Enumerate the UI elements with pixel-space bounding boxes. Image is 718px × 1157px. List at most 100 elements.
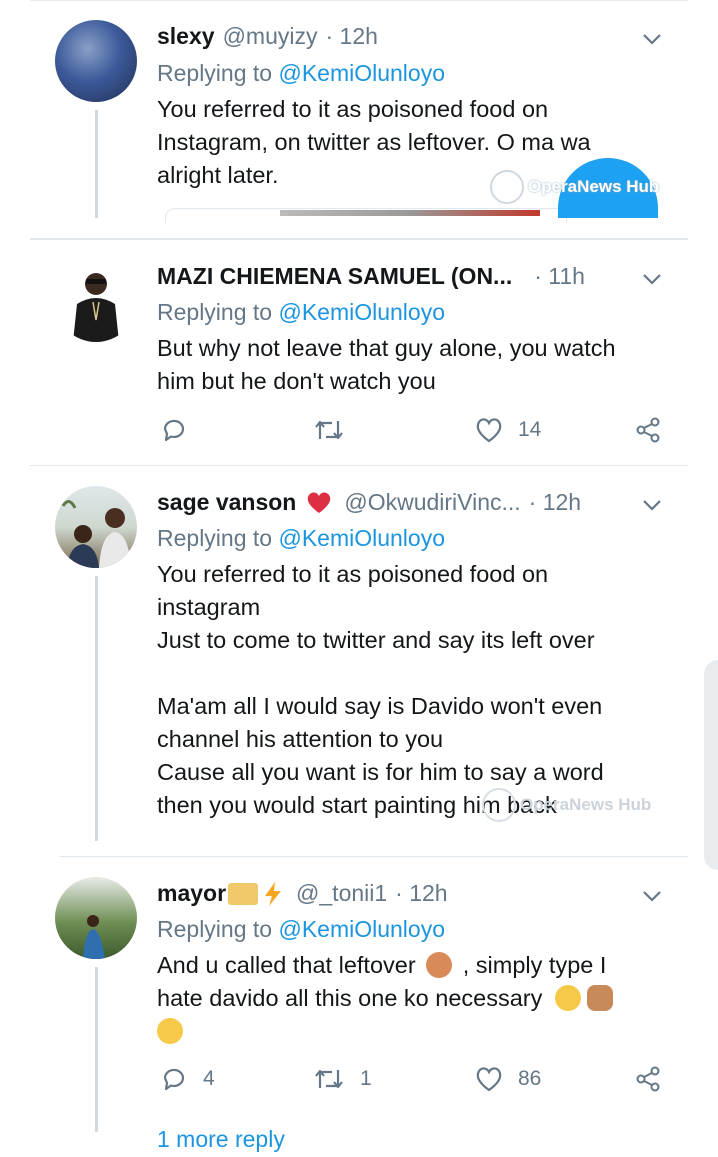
like-button[interactable]: 86	[474, 1064, 541, 1094]
thread-line	[95, 110, 98, 218]
display-name[interactable]: slexy	[157, 23, 215, 50]
tweet-text: And u called that leftover , simply type…	[157, 949, 677, 1048]
chevron-down-icon[interactable]	[641, 494, 663, 516]
mention-link[interactable]: @KemiOlunloyo	[278, 916, 445, 942]
book-emoji-icon	[228, 882, 259, 905]
watermark: OperaNews Hub	[490, 170, 659, 204]
tears-of-joy-emoji-icon	[157, 1018, 183, 1044]
display-name[interactable]: sage vanson	[157, 489, 296, 516]
watermark-logo-icon	[490, 170, 524, 204]
heart-emoji-icon	[308, 491, 331, 513]
text-line: Instagram, on twitter as leftover. O ma …	[157, 129, 591, 155]
watermark-logo-icon	[482, 788, 516, 822]
text-line: You referred to it as poisoned food on	[157, 96, 549, 122]
sleepy-face-emoji-icon	[554, 985, 581, 1011]
replying-to: Replying to @KemiOlunloyo	[157, 299, 445, 326]
replying-label: Replying to	[157, 525, 273, 551]
timestamp[interactable]: · 11h	[534, 263, 585, 290]
mention-link[interactable]: @KemiOlunloyo	[278, 525, 445, 551]
text-line: Just to come to twitter and say its left…	[157, 627, 595, 653]
text-line: channel his attention to you	[157, 726, 444, 752]
text-line: Ma'am all I would say is Davido won't ev…	[157, 693, 603, 719]
tweet-actions: 14	[157, 415, 667, 449]
card-strip	[280, 210, 540, 216]
retweet-button[interactable]: 1	[312, 1064, 372, 1094]
text-line: him but he don't watch you	[157, 368, 436, 394]
avatar[interactable]	[55, 877, 137, 959]
text-line	[157, 1015, 677, 1048]
chevron-down-icon[interactable]	[641, 268, 663, 290]
text-line	[157, 657, 677, 690]
text-fragment: hate davido all this one ko necessary	[157, 985, 543, 1011]
tweet-slexy[interactable]: slexy @muyizy · 12h Replying to @KemiOlu…	[0, 0, 718, 235]
tweet-header: slexy @muyizy · 12h	[157, 23, 658, 50]
like-count: 86	[518, 1067, 542, 1090]
avatar-person-icon	[83, 915, 105, 959]
timestamp[interactable]: · 12h	[325, 23, 377, 50]
user-handle[interactable]: @OkwudiriVinc...	[344, 489, 520, 516]
user-handle[interactable]: @_tonii1	[296, 880, 387, 907]
avatar-people-icon	[61, 500, 131, 568]
avatar[interactable]	[55, 260, 137, 342]
share-icon	[636, 417, 660, 443]
like-count: 14	[518, 418, 542, 441]
share-icon	[636, 1066, 660, 1092]
reply-button[interactable]	[159, 415, 189, 445]
user-handle[interactable]: @muyizy	[223, 23, 318, 50]
tweet-mayor[interactable]: mayor @_tonii1 · 12h Replying to @KemiOl…	[0, 857, 718, 1157]
retweet-button[interactable]	[312, 415, 346, 445]
watermark-text: OperaNews Hub	[528, 177, 660, 196]
replying-to: Replying to @KemiOlunloyo	[157, 525, 445, 552]
clapping-hands-emoji-icon	[587, 985, 614, 1011]
lightning-emoji-icon	[265, 881, 282, 906]
timestamp[interactable]: · 12h	[395, 880, 447, 907]
retweet-count: 1	[360, 1067, 372, 1090]
reply-button[interactable]: 4	[159, 1064, 215, 1094]
text-line: But why not leave that guy alone, you wa…	[157, 335, 616, 361]
display-name[interactable]: MAZI CHIEMENA SAMUEL (ON...	[157, 263, 512, 290]
share-button[interactable]	[633, 1064, 663, 1094]
replying-label: Replying to	[157, 60, 273, 86]
reply-icon	[163, 419, 185, 442]
heart-icon	[476, 1067, 502, 1092]
share-button[interactable]	[633, 415, 663, 445]
replying-to: Replying to @KemiOlunloyo	[157, 916, 445, 943]
tweet-header: MAZI CHIEMENA SAMUEL (ON... · 11h	[157, 263, 658, 290]
side-scroll-handle[interactable]	[704, 660, 718, 870]
text-line: And u called that leftover , simply type…	[157, 949, 677, 982]
thread-line	[95, 967, 98, 1132]
replying-label: Replying to	[157, 299, 273, 325]
avatar-person-icon	[73, 273, 119, 342]
mention-link[interactable]: @KemiOlunloyo	[278, 299, 445, 325]
more-replies-link[interactable]: 1 more reply	[157, 1126, 285, 1153]
text-line: Cause all you want is for him to say a w…	[157, 759, 604, 785]
text-line: You referred to it as poisoned food on	[157, 561, 549, 587]
text-fragment: And u called that leftover	[157, 952, 416, 978]
chevron-down-icon[interactable]	[641, 885, 663, 907]
facepalm-emoji-icon	[426, 952, 453, 978]
tweet-text: But why not leave that guy alone, you wa…	[157, 332, 677, 398]
avatar[interactable]	[55, 486, 137, 568]
tweet-sage-vanson[interactable]: sage vanson @OkwudiriVinc... · 12h Reply…	[0, 466, 718, 856]
reply-count: 4	[203, 1067, 215, 1090]
text-line: hate davido all this one ko necessary	[157, 982, 677, 1015]
tweet-header: sage vanson @OkwudiriVinc... · 12h	[157, 489, 658, 516]
timestamp[interactable]: · 12h	[529, 489, 581, 516]
retweet-icon	[315, 1069, 343, 1089]
tweet-actions: 4 1 86	[157, 1064, 667, 1098]
display-name[interactable]: mayor	[157, 880, 226, 907]
mention-link[interactable]: @KemiOlunloyo	[278, 60, 445, 86]
chevron-down-icon[interactable]	[641, 28, 663, 50]
avatar[interactable]	[55, 20, 137, 102]
like-button[interactable]: 14	[474, 415, 541, 445]
tweet-mazi[interactable]: MAZI CHIEMENA SAMUEL (ON... · 11h Replyi…	[0, 240, 718, 465]
retweet-icon	[315, 420, 343, 440]
text-line: instagram	[157, 594, 261, 620]
tweet-header: mayor @_tonii1 · 12h	[157, 880, 658, 907]
watermark: OperaNews Hub	[482, 788, 651, 822]
tweet-text: You referred to it as poisoned food on i…	[157, 558, 677, 822]
watermark-text: OperaNews Hub	[520, 795, 652, 814]
heart-icon	[476, 418, 502, 443]
thread-line	[95, 576, 98, 841]
reply-icon	[163, 1068, 185, 1091]
